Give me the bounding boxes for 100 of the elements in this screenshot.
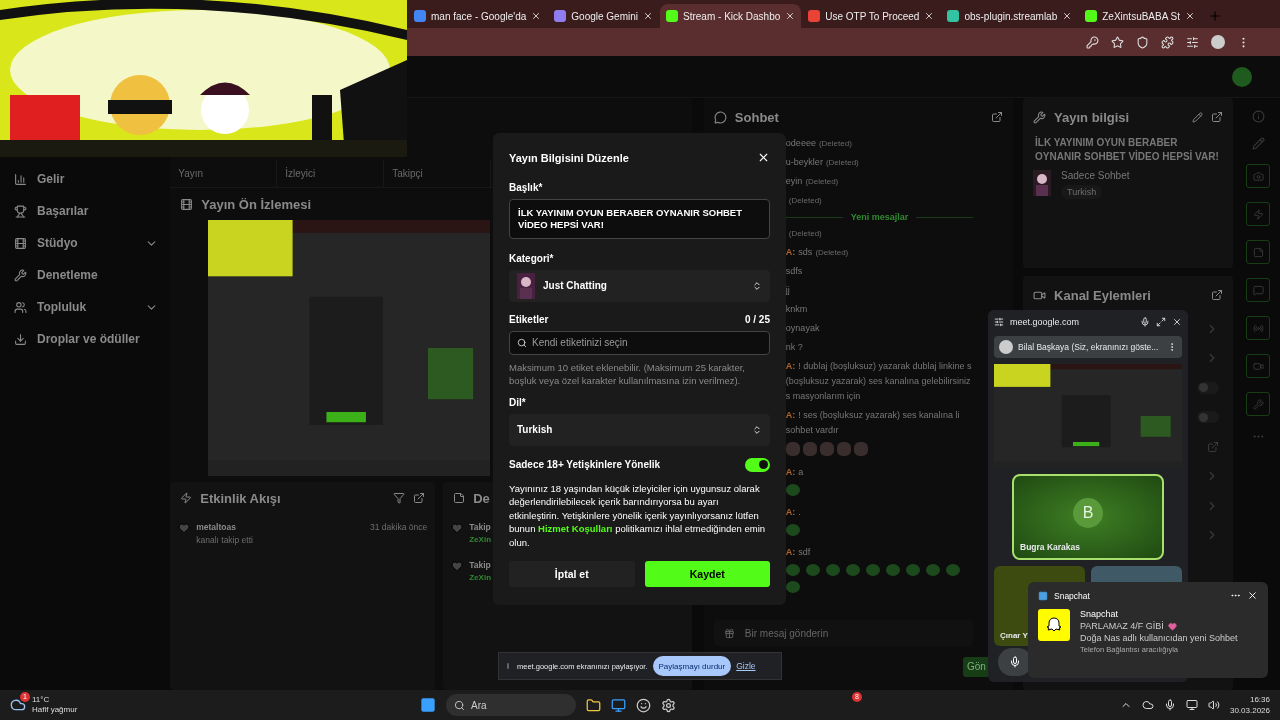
heart-icon — [178, 522, 191, 534]
browser-icon[interactable] — [611, 697, 626, 713]
chat-icon — [1252, 284, 1264, 296]
stream-title: İLK YAYINIM OYUN BERABER OYNANIR SOHBET VİDEO HEPSİ VAR! — [1034, 136, 1220, 164]
sidebar-item[interactable]: Denetleme — [14, 264, 159, 286]
mic-icon[interactable] — [1140, 317, 1150, 327]
browser-tab[interactable]: Google Gemini — [548, 4, 659, 28]
shield-icon[interactable] — [1136, 35, 1149, 49]
save-button[interactable]: Kaydet — [644, 561, 770, 587]
favicon-icon — [947, 10, 960, 22]
search-field[interactable]: Ara — [446, 694, 576, 716]
category-select[interactable]: Just Chatting — [509, 270, 770, 302]
cloud-icon[interactable] — [1141, 699, 1154, 711]
network-icon[interactable] — [1185, 699, 1198, 711]
sidebar-item[interactable]: Topluluk — [14, 296, 159, 318]
browser-tab[interactable]: ZeXintsuBABA St — [1079, 4, 1202, 28]
sidebar-item[interactable]: Droplar ve ödüller — [14, 328, 159, 350]
close-icon[interactable] — [1172, 317, 1182, 327]
edit-icon[interactable] — [1191, 111, 1203, 123]
send-button[interactable]: Gön — [963, 657, 988, 677]
toggle-switch[interactable] — [1196, 411, 1219, 424]
close-icon[interactable] — [643, 11, 653, 21]
category-name: Sadece Sohbet — [1061, 170, 1130, 181]
trophy-icon — [14, 204, 27, 218]
media-icon[interactable] — [1186, 35, 1199, 49]
presenter-bar[interactable]: Bilal Başkaya (Siz, ekranınızı göste... — [994, 336, 1182, 358]
close-icon[interactable] — [924, 11, 935, 21]
cancel-button[interactable]: İptal et — [509, 561, 635, 587]
emote-icon — [845, 564, 860, 576]
close-icon[interactable] — [1062, 11, 1073, 21]
sidebar-item[interactable]: Stüdyo — [14, 232, 159, 254]
toggle-label: Sadece 18+ Yetişkinlere Yönelik — [509, 459, 661, 470]
browser-tab[interactable]: Use OTP To Proceed — [802, 4, 941, 28]
filter-icon[interactable] — [393, 492, 406, 504]
volume-icon[interactable] — [1207, 699, 1220, 711]
heart-icon — [451, 560, 464, 572]
bolt-icon — [180, 492, 193, 504]
app-icon[interactable] — [636, 697, 651, 713]
close-icon[interactable] — [1185, 11, 1196, 21]
close-icon[interactable] — [1247, 590, 1258, 601]
chat-message: odeeee (Deleted) — [785, 137, 853, 150]
bookmark-icon[interactable] — [1111, 35, 1124, 49]
bolt-icon — [1252, 208, 1264, 220]
note-icon — [1252, 246, 1264, 258]
close-icon[interactable] — [757, 151, 770, 164]
chat-message: sdfs — [785, 265, 804, 278]
popout-icon[interactable] — [991, 111, 1004, 123]
profile-avatar[interactable] — [1211, 35, 1225, 49]
panel-title: Kanal Eylemleri — [1054, 287, 1152, 303]
sidebar-item[interactable]: Başarılar — [14, 200, 159, 222]
emote-icon — [945, 564, 960, 576]
popout-icon[interactable] — [413, 492, 426, 504]
extensions-icon[interactable] — [1161, 35, 1174, 49]
chat-message: A: ! dublaj (boşluksuz) yazarak dublaj linkine s (boşluksuz yazarak) ses kanalına gelebilirsiniz s masyonlarım için — [785, 360, 973, 403]
chat-message: nk ? — [785, 341, 804, 354]
favicon-icon — [554, 10, 567, 22]
event-label: Takip — [469, 522, 491, 532]
popout-icon[interactable] — [1210, 289, 1223, 301]
key-icon[interactable] — [1086, 35, 1099, 49]
windows-icon[interactable] — [420, 697, 436, 713]
terms-link[interactable]: Hizmet Koşulları — [538, 523, 613, 534]
expand-icon[interactable] — [1156, 317, 1166, 327]
broadcast-icon — [1252, 322, 1264, 334]
pause-icon — [504, 662, 512, 670]
title-field[interactable]: İLK YAYINIM OYUN BERABER OYNANIR SOHBET VİDEO HEPSİ VAR! — [509, 199, 770, 239]
mature-description: Yayınınız 18 yaşından küçük izleyiciler için uygunsuz olarak değerlendirilebilecek içerik barındırıyorsa bu ayarı etkinleştirin. Yetişkinlere yönelik içerik yayınlıyorsanız lütfen bunun Hizmet Koşulları politikamızı ihlal etmediğinden emin olun. — [509, 481, 767, 549]
tags-field[interactable]: Kendi etiketinizi seçin — [509, 330, 770, 355]
close-icon[interactable] — [785, 11, 796, 21]
wrench-icon — [1252, 398, 1264, 410]
panel-title: De — [473, 490, 490, 506]
chat-message: A: ! ses (boşluksuz yazarak) ses kanalına li sohbet vardır — [785, 409, 961, 437]
emote-icon — [805, 564, 820, 576]
settings-icon[interactable] — [994, 317, 1004, 327]
mature-toggle[interactable] — [745, 457, 770, 472]
browser-tab[interactable]: obs-plugin.streamlab — [941, 4, 1079, 28]
emote-icon — [819, 442, 834, 456]
mic-icon[interactable] — [1163, 699, 1176, 711]
gift-icon — [723, 627, 735, 639]
hide-link[interactable]: Gizle — [736, 661, 756, 671]
field-label: Başlık* — [509, 182, 544, 193]
popout-icon[interactable] — [1210, 111, 1223, 123]
camera-icon — [1252, 170, 1264, 182]
close-icon[interactable] — [531, 11, 542, 21]
note-icon — [453, 492, 466, 504]
film-icon — [180, 197, 194, 211]
browser-tab[interactable]: Stream - Kick Dashbo — [660, 4, 802, 28]
search-icon — [517, 337, 527, 348]
folder-icon[interactable] — [586, 697, 601, 713]
app-icon — [1038, 590, 1048, 601]
settings-icon[interactable] — [661, 697, 676, 713]
download-icon — [14, 332, 27, 346]
tag-counter: 0 / 25 — [744, 313, 770, 325]
toggle-switch[interactable] — [1196, 381, 1219, 394]
browser-tab[interactable]: man face - Google'da — [408, 4, 548, 28]
stop-sharing-button[interactable]: Paylaşmayı durdur — [652, 656, 732, 676]
chat-message: (Deleted) — [787, 195, 823, 207]
event-time: 31 dakika önce — [370, 522, 428, 534]
event-label: Takip — [469, 560, 491, 570]
language-select[interactable]: Turkish — [509, 413, 770, 446]
sidebar-item[interactable]: Gelir — [14, 168, 159, 190]
